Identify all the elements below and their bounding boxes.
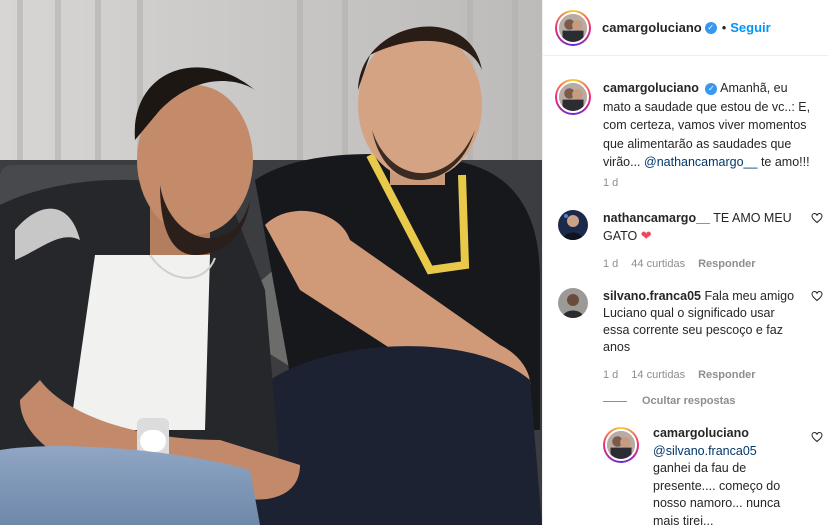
comment-item: nathancamargo__ TE AMO MEU GATO ❤ 1 d 44… bbox=[558, 210, 823, 270]
header-separator: • bbox=[721, 20, 727, 35]
caption-timestamp[interactable]: 1 d bbox=[603, 177, 618, 189]
post-header: camargoluciano ✓ • Seguir bbox=[543, 0, 828, 56]
comment-username[interactable]: nathancamargo__ bbox=[603, 211, 710, 225]
author-avatar[interactable] bbox=[555, 9, 591, 46]
hide-replies-label: Ocultar respostas bbox=[642, 395, 736, 407]
comment-time[interactable]: 1 d bbox=[603, 369, 618, 381]
reply-mention[interactable]: @silvano.franca05 bbox=[653, 444, 757, 458]
comments-section[interactable]: camargoluciano ✓ Amanhã, eu mato a sauda… bbox=[543, 57, 828, 525]
heart-outline-icon[interactable] bbox=[811, 212, 823, 224]
caption-username[interactable]: camargoluciano bbox=[603, 81, 699, 95]
avatar-image bbox=[558, 288, 588, 318]
caption-body-end: te amo!!! bbox=[760, 155, 810, 169]
post-photo-illustration bbox=[0, 0, 542, 525]
reply-username[interactable]: camargoluciano bbox=[653, 426, 749, 440]
comment-username[interactable]: silvano.franca05 bbox=[603, 289, 701, 303]
post-caption: camargoluciano ✓ Amanhã, eu mato a sauda… bbox=[555, 79, 817, 172]
comment-likes[interactable]: 44 curtidas bbox=[631, 258, 685, 270]
hide-replies-button[interactable]: Ocultar respostas bbox=[603, 395, 736, 407]
reply-button[interactable]: Responder bbox=[698, 258, 755, 270]
red-heart-emoji: ❤ bbox=[640, 228, 652, 243]
commenter-avatar[interactable] bbox=[558, 288, 588, 318]
reply-button[interactable]: Responder bbox=[698, 369, 755, 381]
post-photo[interactable] bbox=[0, 0, 542, 525]
reply-avatar[interactable] bbox=[603, 427, 639, 463]
comment-meta: 1 d 44 curtidas Responder bbox=[603, 258, 823, 270]
heart-outline-icon[interactable] bbox=[811, 431, 823, 443]
author-username[interactable]: camargoluciano bbox=[602, 20, 702, 35]
verified-badge-icon: ✓ bbox=[704, 21, 717, 34]
comment-time[interactable]: 1 d bbox=[603, 258, 618, 270]
avatar-image bbox=[559, 83, 587, 111]
comment-item: silvano.franca05 Fala meu amigo Luciano … bbox=[558, 288, 823, 381]
verified-badge-icon: ✓ bbox=[705, 83, 718, 96]
caption-avatar[interactable] bbox=[555, 79, 591, 115]
caption-text: camargoluciano ✓ Amanhã, eu mato a sauda… bbox=[603, 79, 817, 172]
reply-body: ganhei da fau de presente.... começo do … bbox=[653, 461, 781, 525]
comment-text: silvano.franca05 Fala meu amigo Luciano … bbox=[603, 288, 803, 356]
replies-divider-line bbox=[603, 400, 627, 402]
post-sidebar: camargoluciano ✓ • Seguir camargoluciano bbox=[542, 0, 828, 525]
reply-text: camargoluciano @silvano.franca05 ganhei … bbox=[653, 425, 783, 525]
comment-text: nathancamargo__ TE AMO MEU GATO ❤ bbox=[603, 210, 803, 245]
reply-item: camargoluciano @silvano.franca05 ganhei … bbox=[603, 425, 823, 525]
commenter-avatar[interactable] bbox=[558, 210, 588, 240]
follow-button[interactable]: Seguir bbox=[730, 20, 770, 35]
avatar-image bbox=[559, 13, 587, 42]
caption-mention[interactable]: @nathancamargo__ bbox=[644, 155, 757, 169]
heart-outline-icon[interactable] bbox=[811, 290, 823, 302]
avatar-image bbox=[607, 431, 635, 459]
avatar-image bbox=[558, 210, 588, 240]
comment-likes[interactable]: 14 curtidas bbox=[631, 369, 685, 381]
comment-meta: 1 d 14 curtidas Responder bbox=[603, 369, 823, 381]
